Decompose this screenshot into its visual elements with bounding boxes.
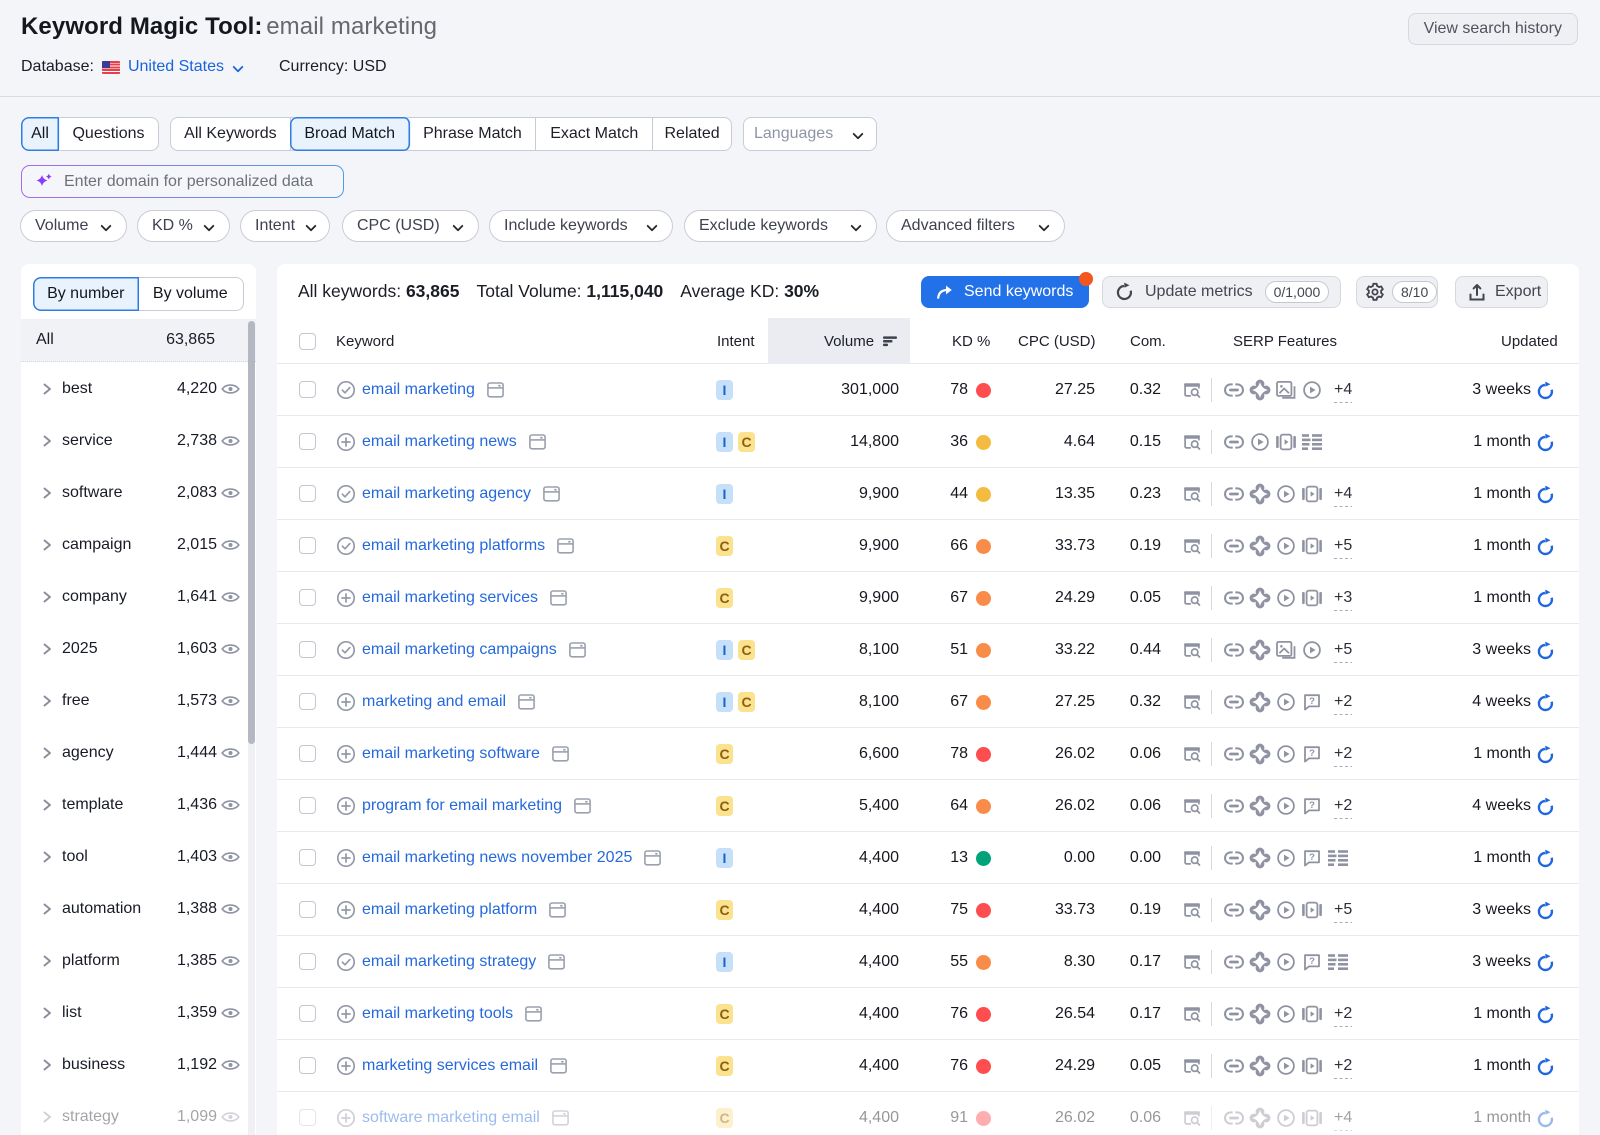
svg-text:?: ? [1309, 748, 1315, 759]
svg-text:?: ? [1309, 696, 1315, 707]
svg-text:?: ? [1309, 956, 1315, 967]
svg-text:?: ? [1309, 852, 1315, 863]
svg-text:?: ? [1309, 800, 1315, 811]
